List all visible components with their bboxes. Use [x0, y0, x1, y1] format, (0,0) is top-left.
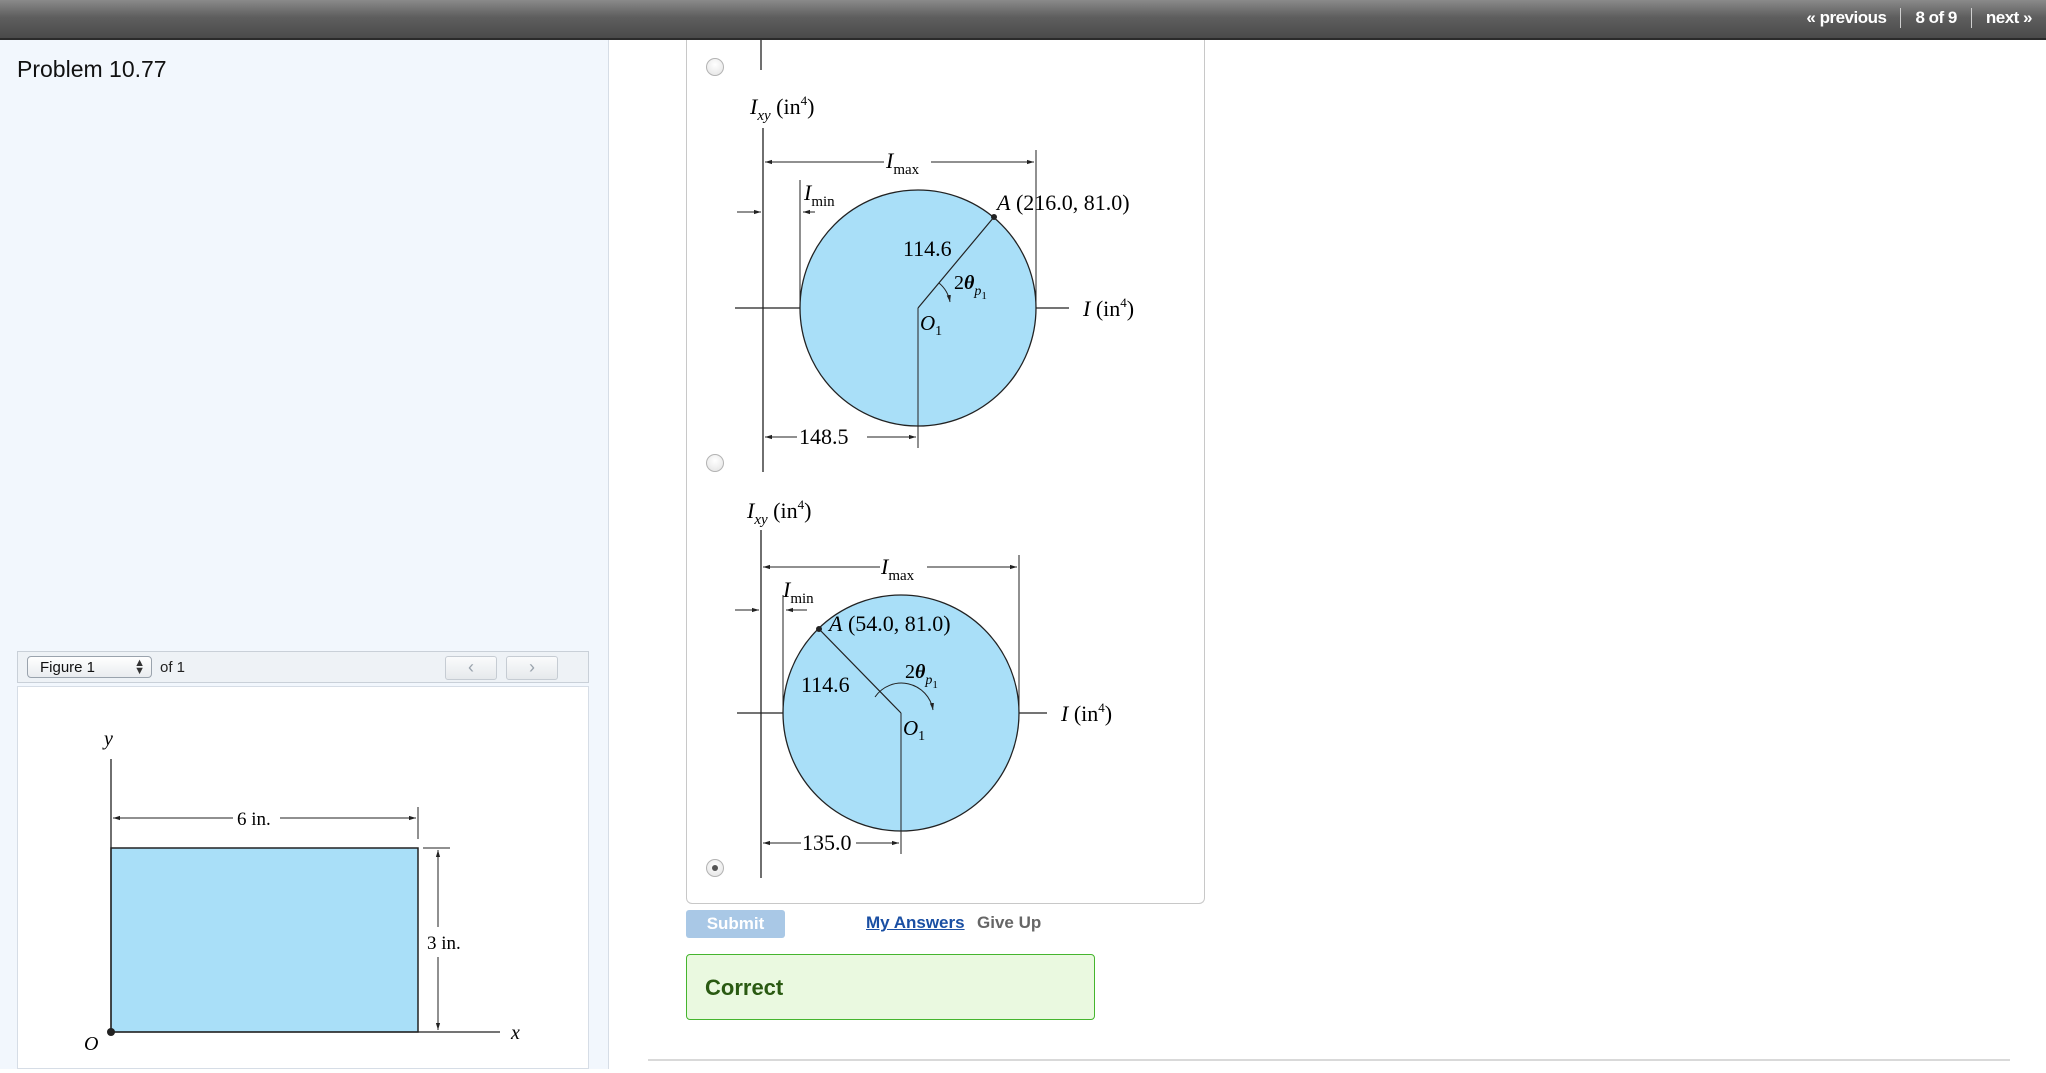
width-label: 6 in. [237, 809, 271, 830]
top-navigation-bar: « previous 8 of 9 next » [0, 0, 2046, 40]
problem-title: Problem 10.77 [17, 56, 167, 82]
feedback-box: Correct [686, 954, 1095, 1020]
previous-figure-button[interactable]: ‹ [445, 656, 497, 680]
mohr-circle-option-c: Ixy (in4) I (in4) Imax Imin A (54.0, 81.… [735, 497, 1112, 878]
i-axis-label: I (in4) [1082, 295, 1134, 321]
center-offset-label: 148.5 [799, 424, 849, 449]
imin-label: Imin [803, 180, 835, 210]
chevron-left-icon: ‹ [468, 657, 474, 677]
figure-select[interactable]: Figure 1 ▲ ▼ [27, 656, 152, 678]
my-answers-link[interactable]: My Answers [866, 913, 965, 933]
divider [1970, 8, 1972, 28]
chevron-right-icon: › [529, 657, 535, 677]
ixy-axis-label: Ixy (in4) [749, 93, 814, 124]
mohr-circle-diagrams: Ixy (in4) I (in4) Imax Imin A (216.0, 81… [735, 40, 1134, 878]
give-up-link[interactable]: Give Up [977, 913, 1041, 933]
answer-options-box: Ixy (in4) I (in4) Imax Imin A (216.0, 81… [686, 40, 1205, 904]
divider [1900, 8, 1902, 28]
y-axis-label: y [102, 728, 113, 750]
imax-label: Imax [885, 148, 920, 178]
figure-diagram: y x O 6 in. 3 in. [84, 728, 520, 1055]
problem-navigation: « previous 8 of 9 next » [1806, 8, 2033, 28]
imax-label: Imax [880, 554, 915, 584]
origin-label: O [84, 1033, 98, 1055]
imin-label: Imin [782, 577, 814, 607]
origin-point [107, 1028, 115, 1036]
figure-toolbar: Figure 1 ▲ ▼ of 1 ‹ › [17, 651, 589, 683]
ixy-axis-label: Ixy (in4) [746, 497, 811, 528]
divider [648, 1059, 2010, 1061]
rectangular-area [110, 847, 419, 1033]
radius-label: 114.6 [903, 236, 952, 261]
center-offset-label: 135.0 [802, 830, 852, 855]
previous-link[interactable]: « previous [1806, 8, 1887, 28]
radius-label: 114.6 [801, 672, 850, 697]
feedback-status: Correct [705, 975, 784, 1000]
next-link[interactable]: next » [1986, 8, 2033, 28]
height-label: 3 in. [427, 933, 461, 954]
figure-select-value: Figure 1 [40, 659, 96, 676]
figure-panel: y x O 6 in. 3 in. [17, 686, 589, 1069]
mohr-circle-option-b: Ixy (in4) I (in4) Imax Imin A (216.0, 81… [735, 93, 1134, 472]
point-a-label: A (54.0, 81.0) [827, 611, 951, 636]
updown-icon: ▲ ▼ [134, 657, 145, 677]
point-a [816, 626, 822, 632]
submit-button[interactable]: Submit [686, 910, 785, 938]
i-axis-label: I (in4) [1060, 700, 1112, 726]
next-figure-button[interactable]: › [506, 656, 558, 680]
figure-count: of 1 [160, 659, 186, 676]
x-axis-label: x [510, 1022, 520, 1044]
problem-position-link[interactable]: 8 of 9 [1915, 8, 1957, 28]
point-a-label: A (216.0, 81.0) [995, 190, 1130, 215]
